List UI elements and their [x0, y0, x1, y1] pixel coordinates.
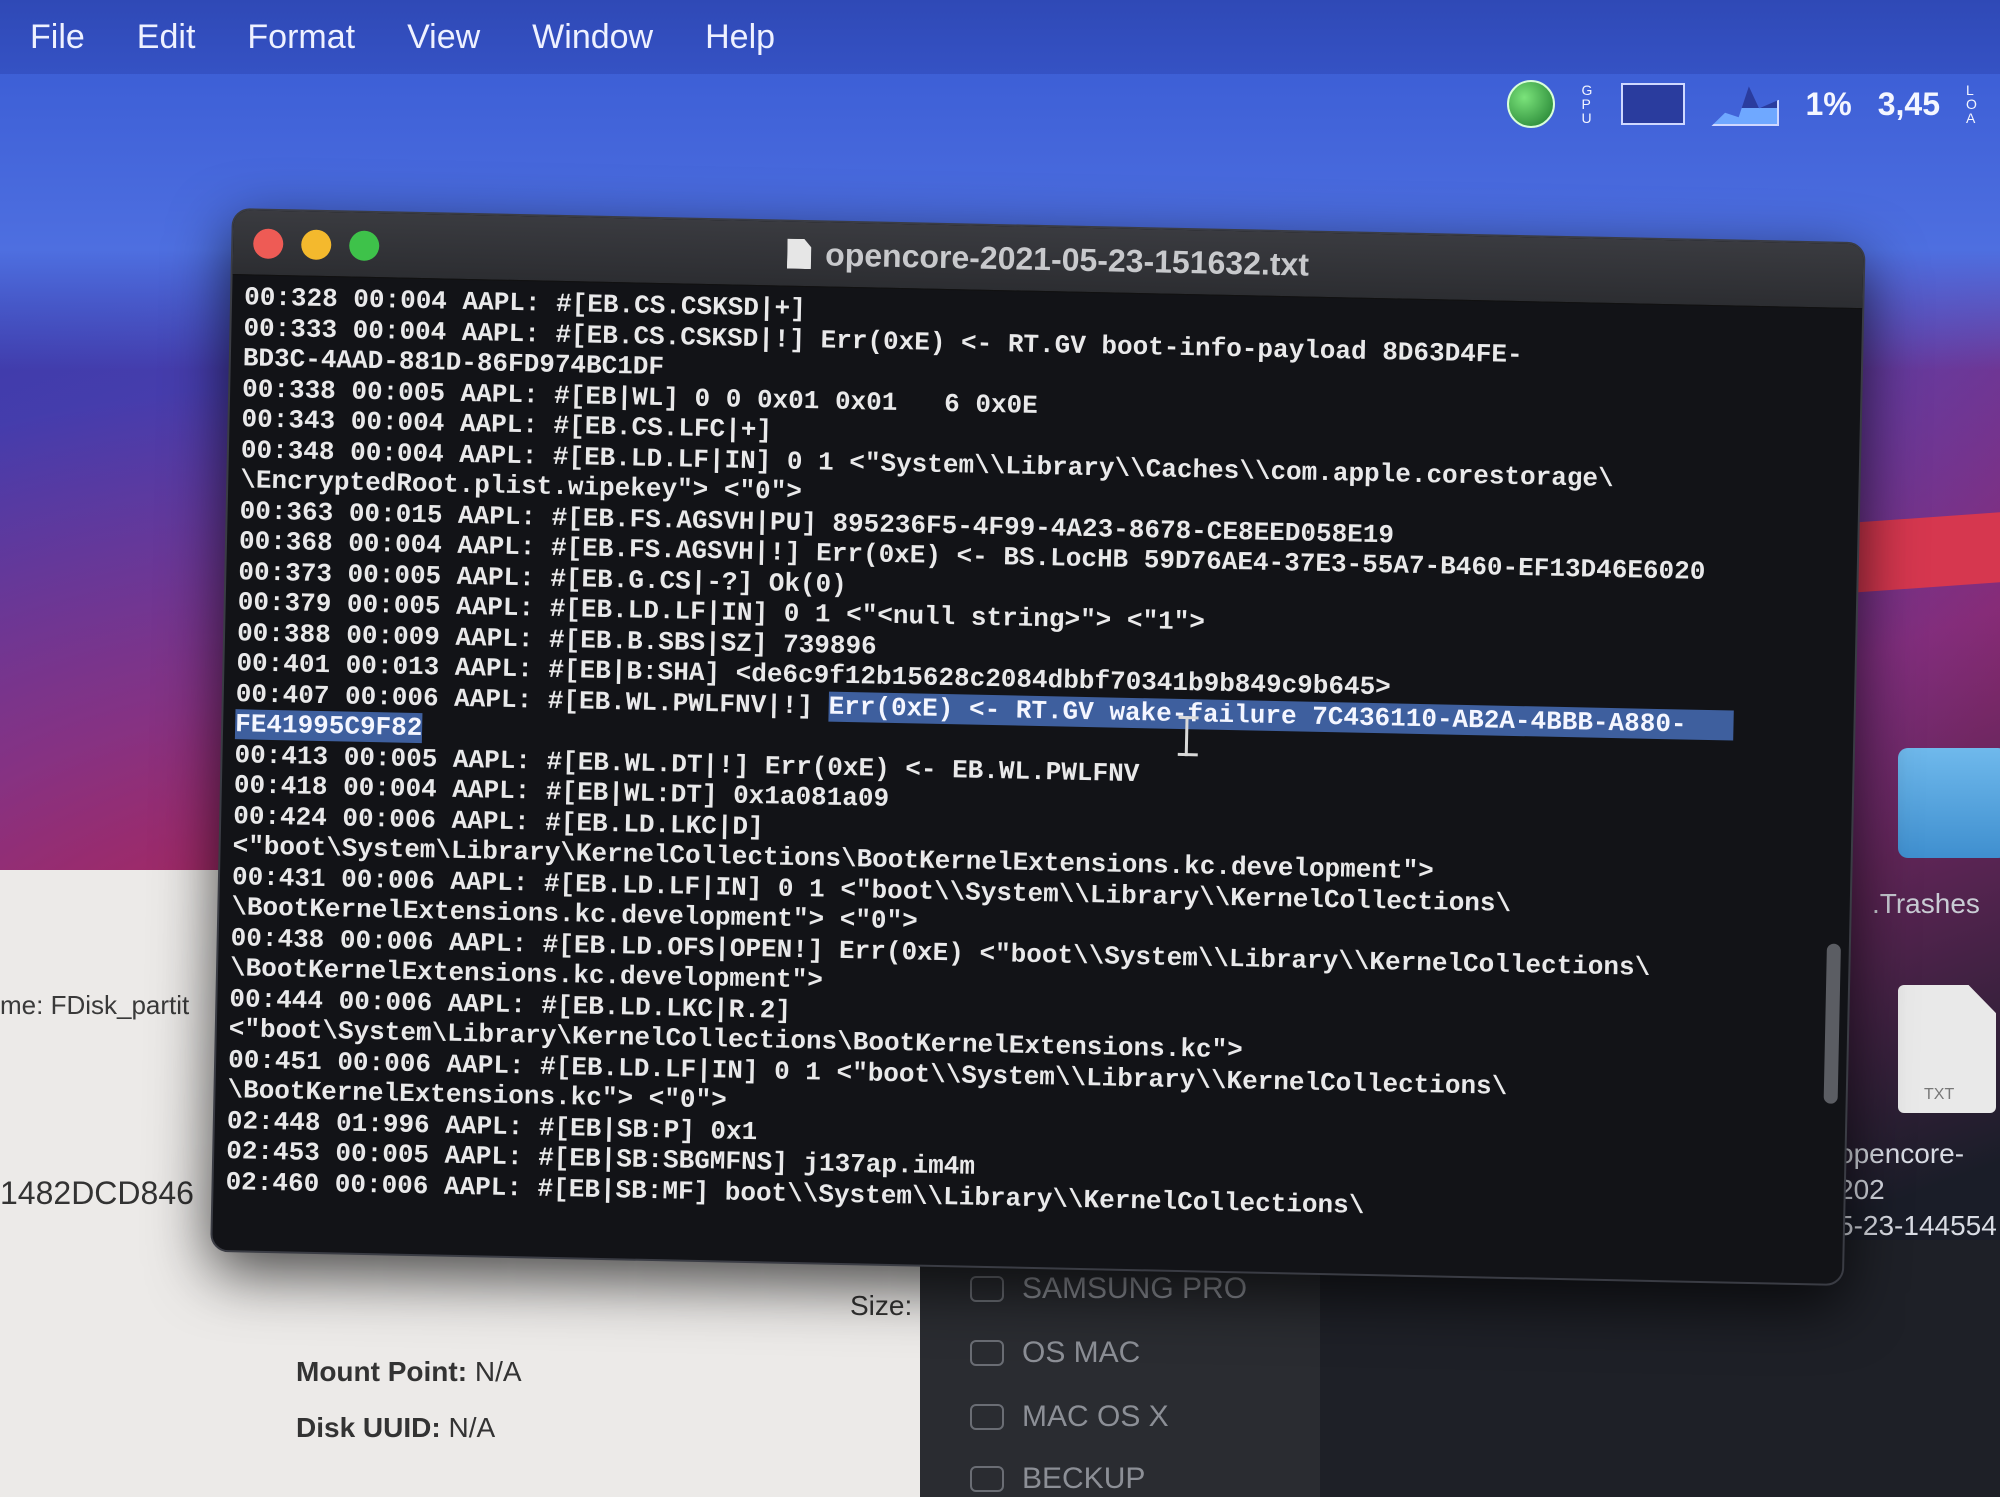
window-title: opencore-2021-05-23-151632.txt: [824, 236, 1310, 283]
selected-text[interactable]: FE41995C9F82: [234, 709, 423, 744]
load-label: LOA: [1966, 82, 1977, 126]
disk-uuid-row: Disk UUID: N/A: [296, 1412, 495, 1444]
trashes-folder-label: .Trashes: [1872, 888, 1980, 919]
menu-file[interactable]: File: [30, 18, 85, 57]
gpu-label: GPU: [1581, 82, 1593, 126]
menu-help[interactable]: Help: [705, 18, 775, 57]
desktop-file-label: opencore-202 5-23-144554: [1838, 1136, 2000, 1244]
partition-uuid-fragment: 1482DCD846: [0, 1175, 194, 1211]
cpu-graph-icon[interactable]: [1711, 86, 1780, 126]
trashes-folder-icon[interactable]: [1898, 748, 2000, 858]
disk-icon: [970, 1340, 1004, 1366]
vertical-scrollbar[interactable]: [1823, 943, 1841, 1104]
mount-point-value: N/A: [474, 1356, 522, 1387]
menu-edit[interactable]: Edit: [137, 18, 196, 57]
memory-meter-icon[interactable]: [1621, 83, 1686, 125]
disk-item-os-mac[interactable]: OS MAC: [970, 1336, 1140, 1370]
cpu-percent[interactable]: 1%: [1805, 86, 1851, 123]
log-text-area[interactable]: 00:328 00:004 AAPL: #[EB.CS.CSKSD|+] 00:3…: [212, 274, 1826, 1283]
globe-icon[interactable]: [1507, 80, 1556, 128]
file-label-line2: 5-23-144554: [1838, 1210, 1997, 1241]
disk-item-label: MAC OS X: [1022, 1400, 1169, 1433]
menu-bar: File Edit Format View Window Help: [0, 0, 2000, 74]
file-label-line1: opencore-202: [1838, 1138, 1965, 1205]
textedit-window: opencore-2021-05-23-151632.txt 00:328 00…: [210, 208, 1866, 1286]
disk-uuid-value: N/A: [448, 1412, 496, 1443]
disk-uuid-label: Disk UUID:: [296, 1412, 441, 1443]
disk-item-beckup[interactable]: BECKUP: [970, 1462, 1145, 1496]
mount-point-label: Mount Point:: [296, 1356, 468, 1387]
menu-view[interactable]: View: [407, 18, 480, 57]
disk-icon: [970, 1466, 1004, 1492]
status-menus: GPU 1% 3,45 LOA: [1507, 80, 1980, 128]
disk-item-label: SAMSUNG PRO: [1022, 1272, 1248, 1305]
document-icon: [787, 239, 812, 269]
text-cursor-icon: [1184, 716, 1205, 757]
size-label: Size:: [850, 1290, 913, 1321]
load-value[interactable]: 3,45: [1878, 86, 1940, 123]
menu-format[interactable]: Format: [247, 18, 355, 57]
file-extension-label: TXT: [1924, 1086, 1955, 1103]
disk-icon: [970, 1404, 1004, 1430]
disk-icon: [970, 1276, 1004, 1302]
partition-name-label: me: FDisk_partit: [0, 990, 190, 1020]
disk-item-label: BECKUP: [1022, 1462, 1146, 1495]
disk-item-mac-os-x[interactable]: MAC OS X: [970, 1400, 1169, 1434]
mount-point-row: Mount Point: N/A: [296, 1356, 522, 1388]
disk-item-label: OS MAC: [1022, 1336, 1141, 1369]
disk-item-samsung-pro[interactable]: SAMSUNG PRO: [970, 1272, 1247, 1306]
menu-window[interactable]: Window: [532, 18, 653, 57]
